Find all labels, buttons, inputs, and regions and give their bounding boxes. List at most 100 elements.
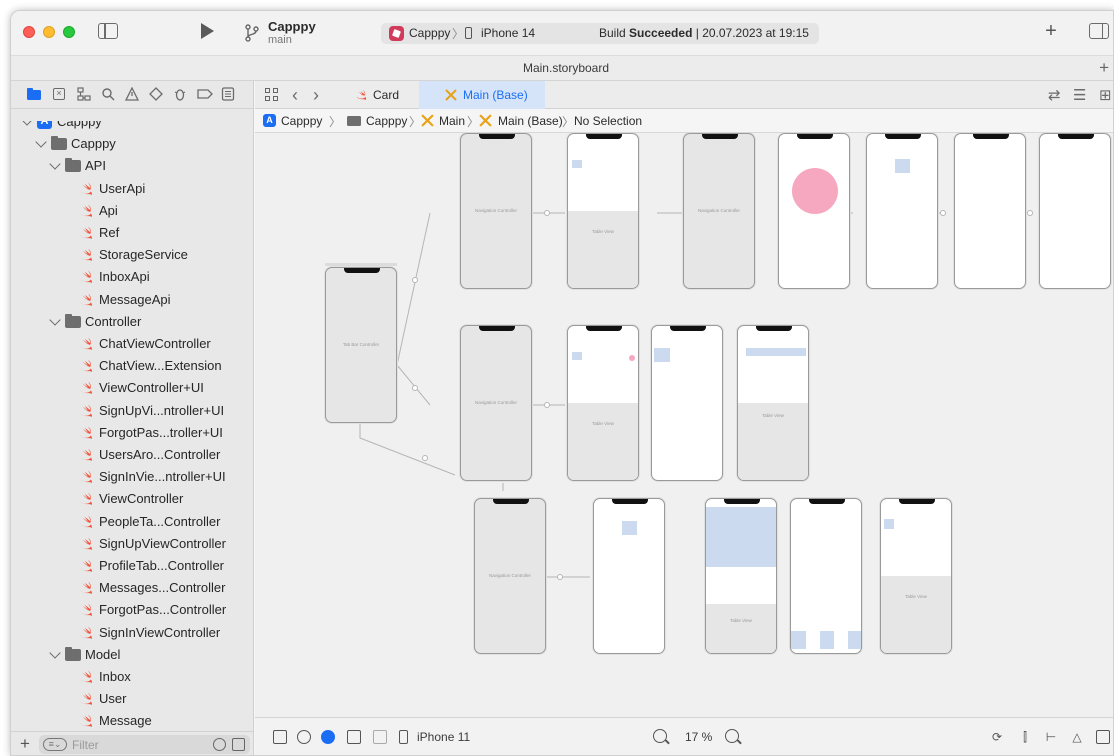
tab-bar-controller-scene[interactable]: Tab Bar Controller	[325, 267, 397, 423]
navigation-controller-scene[interactable]: Navigation Controller	[474, 498, 546, 654]
messages-scene[interactable]: Table View	[737, 325, 809, 481]
update-frames-icon[interactable]: ⟳	[990, 730, 1004, 744]
chevron-down-icon[interactable]	[49, 647, 61, 659]
run-icon[interactable]	[201, 23, 214, 39]
add-file-icon[interactable]: +	[20, 734, 30, 754]
file-item[interactable]: SignInVie...ntroller+UI	[11, 466, 253, 488]
file-item[interactable]: Api	[11, 200, 253, 222]
chevron-right-icon[interactable]: ›	[313, 86, 319, 104]
zoom-level[interactable]: 17 %	[685, 730, 712, 744]
device-layout-icon[interactable]	[373, 730, 387, 744]
scheme-activity-bar[interactable]: Capppy 〉 iPhone 14 Build Succeeded | 20.…	[381, 23, 819, 44]
file-item[interactable]: SignUpViewController	[11, 533, 253, 555]
issue-icon[interactable]	[124, 86, 140, 101]
add-editor-icon[interactable]: ⊞	[1099, 86, 1112, 104]
report-icon[interactable]	[221, 87, 235, 101]
project-item[interactable]: Capppy	[11, 121, 253, 133]
recent-files-icon[interactable]	[213, 738, 226, 751]
group-item[interactable]: Model	[11, 644, 253, 666]
minimize-window-button[interactable]	[43, 26, 55, 38]
related-items-icon[interactable]	[265, 88, 279, 102]
filter-options-icon[interactable]: ≡⌄	[43, 738, 67, 751]
source-control-filter-icon[interactable]	[232, 738, 245, 751]
file-item[interactable]: ViewController	[11, 488, 253, 510]
run-destination[interactable]: iPhone 14	[481, 26, 535, 40]
project-name[interactable]: Capppy	[268, 19, 316, 34]
breadcrumb-project[interactable]: Capppy	[281, 114, 322, 128]
add-constraints-icon[interactable]: ⊢	[1044, 730, 1058, 744]
forgot-password-scene[interactable]	[1039, 133, 1111, 289]
breadcrumb-main-base[interactable]: Main (Base)	[498, 114, 563, 128]
file-item[interactable]: Inbox	[11, 666, 253, 688]
users-scene[interactable]	[651, 325, 723, 481]
card-scene[interactable]	[790, 498, 862, 654]
file-item[interactable]: ChatViewController	[11, 333, 253, 355]
detail-scene[interactable]: Table View	[705, 498, 777, 654]
branch-name[interactable]: main	[268, 34, 292, 46]
tab-card[interactable]: Card	[339, 81, 429, 109]
find-icon[interactable]	[101, 87, 115, 101]
file-item[interactable]: PeopleTa...Controller	[11, 511, 253, 533]
welcome-scene[interactable]	[778, 133, 850, 289]
breadcrumb-group[interactable]: Capppy	[366, 114, 407, 128]
source-control-icon[interactable]: ×	[53, 87, 67, 101]
sign-up-scene[interactable]	[954, 133, 1026, 289]
inbox-scene[interactable]: Table View	[880, 498, 952, 654]
group-item[interactable]: API	[11, 155, 253, 177]
navigation-controller-scene[interactable]: Navigation Controller	[683, 133, 755, 289]
file-item[interactable]: Ref	[11, 222, 253, 244]
storyboard-canvas[interactable]: Tab Bar Controller Navigation Controller…	[255, 133, 1113, 717]
chevron-down-icon[interactable]	[49, 314, 61, 326]
filter-field[interactable]: ≡⌄ Filter	[39, 735, 250, 754]
debug-icon[interactable]	[173, 87, 187, 101]
device-selector[interactable]: iPhone 11	[417, 730, 470, 744]
close-window-button[interactable]	[23, 26, 35, 38]
file-item[interactable]: Messages...Controller	[11, 577, 253, 599]
file-item[interactable]: SignUpVi...ntroller+UI	[11, 400, 253, 422]
table-view-scene[interactable]: Table View	[567, 325, 639, 481]
breadcrumb-selection[interactable]: No Selection	[574, 114, 642, 128]
file-item[interactable]: ChatView...Extension	[11, 355, 253, 377]
file-item[interactable]: ForgotPas...Controller	[11, 599, 253, 621]
sidebar-toggle-icon[interactable]	[98, 23, 118, 39]
chevron-down-icon[interactable]	[49, 158, 61, 171]
align-icon[interactable]: ⫿	[1018, 730, 1032, 744]
accessibility-icon[interactable]	[297, 730, 311, 744]
resolve-issues-icon[interactable]: △	[1070, 730, 1084, 744]
file-item[interactable]: InboxApi	[11, 266, 253, 288]
add-tab-icon[interactable]: +	[1099, 58, 1109, 78]
file-item[interactable]: UserApi	[11, 178, 253, 200]
chevron-down-icon[interactable]	[21, 121, 33, 126]
file-item[interactable]: SignInViewController	[11, 622, 253, 644]
breadcrumb-main[interactable]: Main	[439, 114, 465, 128]
file-item[interactable]: ProfileTab...Controller	[11, 555, 253, 577]
table-view-scene[interactable]: Table View	[567, 133, 639, 289]
file-item[interactable]: StorageService	[11, 244, 253, 266]
embed-in-icon[interactable]	[1096, 730, 1110, 744]
swap-icon[interactable]: ⇄	[1048, 86, 1061, 104]
inspector-toggle-icon[interactable]	[1089, 23, 1109, 39]
file-item[interactable]: ForgotPas...troller+UI	[11, 422, 253, 444]
branch-icon[interactable]	[244, 23, 260, 43]
tab-main-base[interactable]: Main (Base)	[419, 81, 545, 109]
zoom-window-button[interactable]	[63, 26, 75, 38]
navigation-controller-scene[interactable]: Navigation Controller	[460, 325, 532, 481]
zoom-in-icon[interactable]	[725, 729, 739, 743]
file-item[interactable]: ViewController+UI	[11, 377, 253, 399]
document-outline-icon[interactable]	[273, 730, 287, 744]
zoom-out-icon[interactable]	[653, 729, 667, 743]
scheme-name[interactable]: Capppy	[409, 26, 450, 40]
editor-options-icon[interactable]: ☰	[1073, 86, 1086, 104]
file-item[interactable]: User	[11, 688, 253, 710]
navigation-controller-scene[interactable]: Navigation Controller	[460, 133, 532, 289]
chevron-down-icon[interactable]	[35, 136, 47, 148]
appearance-icon[interactable]	[321, 730, 335, 744]
profile-scene[interactable]	[593, 498, 665, 654]
group-item[interactable]: Capppy	[11, 133, 253, 155]
file-item[interactable]: UsersAro...Controller	[11, 444, 253, 466]
file-item[interactable]: MessageApi	[11, 289, 253, 311]
chevron-left-icon[interactable]: ‹	[292, 86, 298, 104]
plus-icon[interactable]: +	[1041, 21, 1061, 41]
group-item[interactable]: Controller	[11, 311, 253, 333]
symbol-icon[interactable]	[77, 87, 91, 101]
